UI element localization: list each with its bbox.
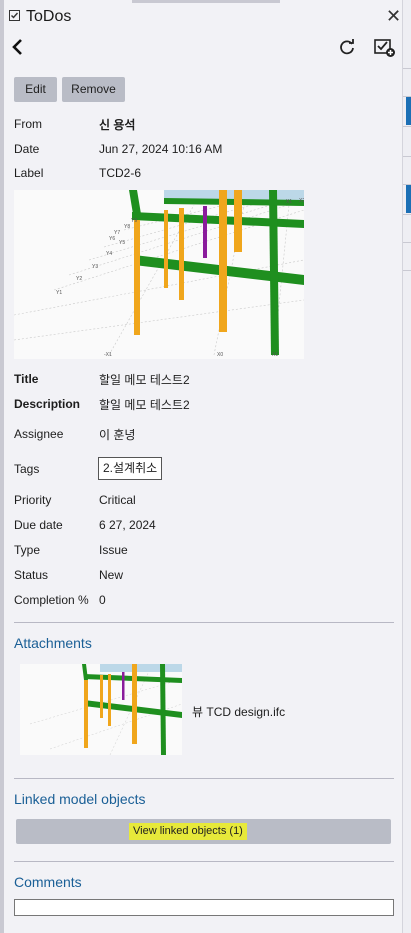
model-snapshot-image: Y9Y8Y7 Y6Y5Y4 Y3Y2Y1 X1X0-X1 X1X2 [14,190,304,359]
todos-panel: ToDos ✕ Edit Remove From 신 용석 Date Jun 2… [4,0,402,933]
assignee-label: Assignee [14,427,64,441]
priority-label: Priority [14,493,52,507]
section-divider [14,861,394,862]
svg-text:Y3: Y3 [92,264,98,270]
checklist-add-icon[interactable] [374,38,396,58]
label-label: Label [14,166,44,180]
svg-text:X1: X1 [272,352,278,358]
edit-button[interactable]: Edit [14,77,57,102]
svg-text:Y5: Y5 [119,240,125,246]
assignee-value: 이 훈녕 [99,428,136,442]
rail-selection-mark [406,97,411,125]
date-value: Jun 27, 2024 10:16 AM [99,142,223,156]
refresh-icon[interactable] [338,38,356,56]
svg-text:-X1: -X1 [104,352,112,358]
right-side-rail [402,0,411,933]
comments-heading: Comments [14,874,82,890]
snapshot-thumbnail[interactable]: Y9 Y8 Y7 Y6 Y5 Y4 Y3 Y2 Y1 X1 X0 -X1 X1 X2 [14,190,304,359]
remove-button[interactable]: Remove [62,77,125,102]
svg-text:X2: X2 [299,198,304,204]
svg-text:Y6: Y6 [109,236,115,242]
attachment-thumbnail[interactable] [20,664,182,755]
section-divider [14,622,394,623]
type-value: Issue [99,543,128,557]
tags-label: Tags [14,462,40,476]
date-label: Date [14,142,40,156]
svg-text:Y8: Y8 [124,224,130,230]
panel-title: ToDos [26,8,72,25]
status-value: New [99,568,124,582]
from-value: 신 용석 [99,118,136,132]
section-divider [14,778,394,779]
svg-text:X1: X1 [286,199,292,205]
label-value: TCD2-6 [99,166,142,180]
close-icon[interactable]: ✕ [386,6,401,27]
comment-input[interactable] [14,899,394,916]
title-value: 할일 메모 테스트2 [99,373,190,387]
title-label: Title [14,372,39,386]
svg-text:Y2: Y2 [76,276,82,282]
description-value: 할일 메모 테스트2 [99,398,190,412]
todo-checkbox-icon [9,10,20,21]
chevron-left-icon[interactable] [10,37,26,57]
priority-value: Critical [99,493,136,507]
linked-objects-heading: Linked model objects [14,791,146,807]
from-label: From [14,117,42,131]
svg-text:Y4: Y4 [106,251,112,257]
svg-text:Y1: Y1 [56,290,62,296]
completion-label: Completion % [14,593,89,607]
view-linked-objects-label: View linked objects (1) [129,823,247,840]
description-label: Description [14,397,81,411]
svg-text:X0: X0 [217,352,223,358]
rail-selection-mark [406,185,411,213]
attachment-preview-image [20,664,182,755]
completion-value: 0 [99,593,106,607]
due-date-value: 6 27, 2024 [99,518,156,532]
attachment-file-name[interactable]: 뷰 TCD design.ifc [192,703,285,720]
title-bar: ToDos ✕ [4,0,402,32]
due-date-label: Due date [14,518,63,532]
type-label: Type [14,543,41,557]
tag-chip[interactable]: 2.설계취소 [98,457,163,480]
attachments-heading: Attachments [14,635,92,651]
view-linked-objects-button[interactable]: View linked objects (1) [16,819,391,844]
status-label: Status [14,568,49,582]
svg-text:Y9: Y9 [131,218,137,224]
